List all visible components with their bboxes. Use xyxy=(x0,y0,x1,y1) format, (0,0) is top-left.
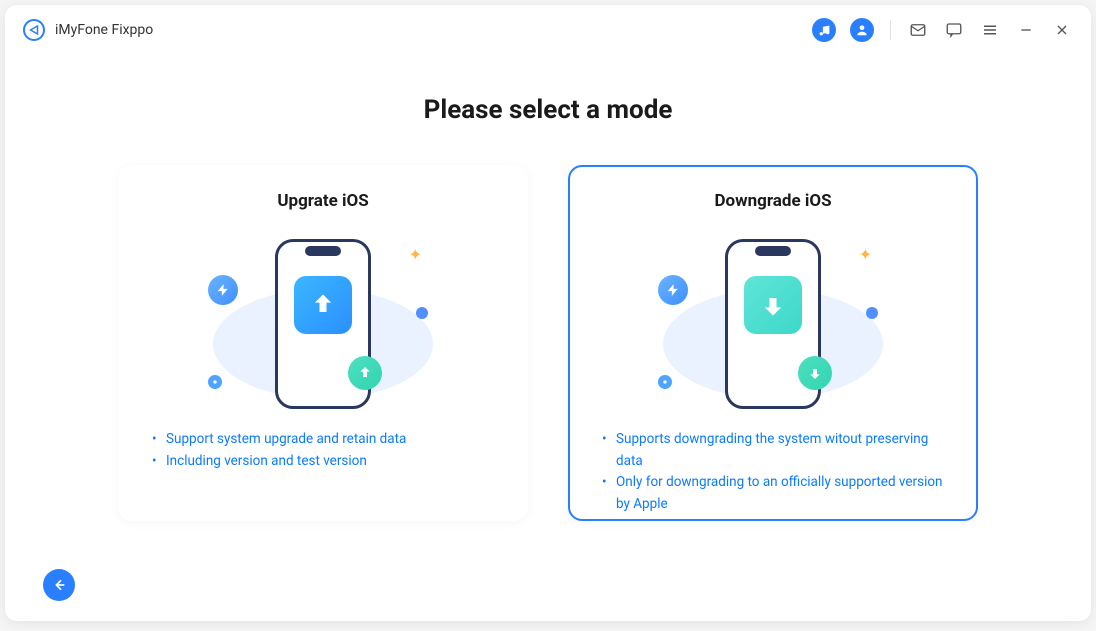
upgrade-badge-icon xyxy=(348,356,382,390)
upgrade-arrow-icon xyxy=(294,276,352,334)
bullet-item: Support system upgrade and retain data xyxy=(152,429,494,451)
dot-icon xyxy=(416,307,428,319)
title-left: iMyFone Fixppo xyxy=(23,19,153,41)
sparkle-icon: ✦ xyxy=(859,245,872,264)
page-title: Please select a mode xyxy=(424,95,673,125)
menu-icon[interactable] xyxy=(979,19,1001,41)
phone-graphic xyxy=(275,239,371,409)
bullet-item: Only for downgrading to an officially su… xyxy=(602,472,944,515)
dot-icon xyxy=(866,307,878,319)
bullet-item: Including version and test version xyxy=(152,451,494,473)
chat-icon[interactable] xyxy=(943,19,965,41)
account-icon[interactable] xyxy=(850,18,874,42)
downgrade-title: Downgrade iOS xyxy=(602,191,944,211)
phone-graphic xyxy=(725,239,821,409)
app-logo-icon xyxy=(23,19,45,41)
downgrade-card[interactable]: Downgrade iOS ✦ xyxy=(568,165,978,521)
music-icon[interactable] xyxy=(812,18,836,42)
upgrade-illustration: ✦ xyxy=(152,229,494,419)
downgrade-badge-icon xyxy=(798,356,832,390)
back-button[interactable] xyxy=(43,569,75,601)
upgrade-bullets: Support system upgrade and retain data I… xyxy=(152,429,494,472)
mail-icon[interactable] xyxy=(907,19,929,41)
content: Please select a mode Upgrate iOS ✦ xyxy=(5,55,1091,621)
upgrade-title: Upgrate iOS xyxy=(152,191,494,211)
downgrade-illustration: ✦ xyxy=(602,229,944,419)
titlebar: iMyFone Fixppo xyxy=(5,5,1091,55)
downgrade-arrow-icon xyxy=(744,276,802,334)
upgrade-card[interactable]: Upgrate iOS ✦ xyxy=(118,165,528,521)
app-window: iMyFone Fixppo xyxy=(5,5,1091,621)
lightning-icon xyxy=(208,275,238,305)
mode-cards: Upgrate iOS ✦ xyxy=(105,165,991,521)
close-icon[interactable] xyxy=(1051,19,1073,41)
downgrade-bullets: Supports downgrading the system witout p… xyxy=(602,429,944,515)
app-title: iMyFone Fixppo xyxy=(55,22,153,38)
sparkle-icon: ✦ xyxy=(409,245,422,264)
lightning-icon xyxy=(658,275,688,305)
small-dot-icon xyxy=(208,375,222,389)
small-dot-icon xyxy=(658,375,672,389)
minimize-icon[interactable] xyxy=(1015,19,1037,41)
toolbar-divider xyxy=(890,20,891,40)
bullet-item: Supports downgrading the system witout p… xyxy=(602,429,944,472)
title-right xyxy=(812,18,1073,42)
